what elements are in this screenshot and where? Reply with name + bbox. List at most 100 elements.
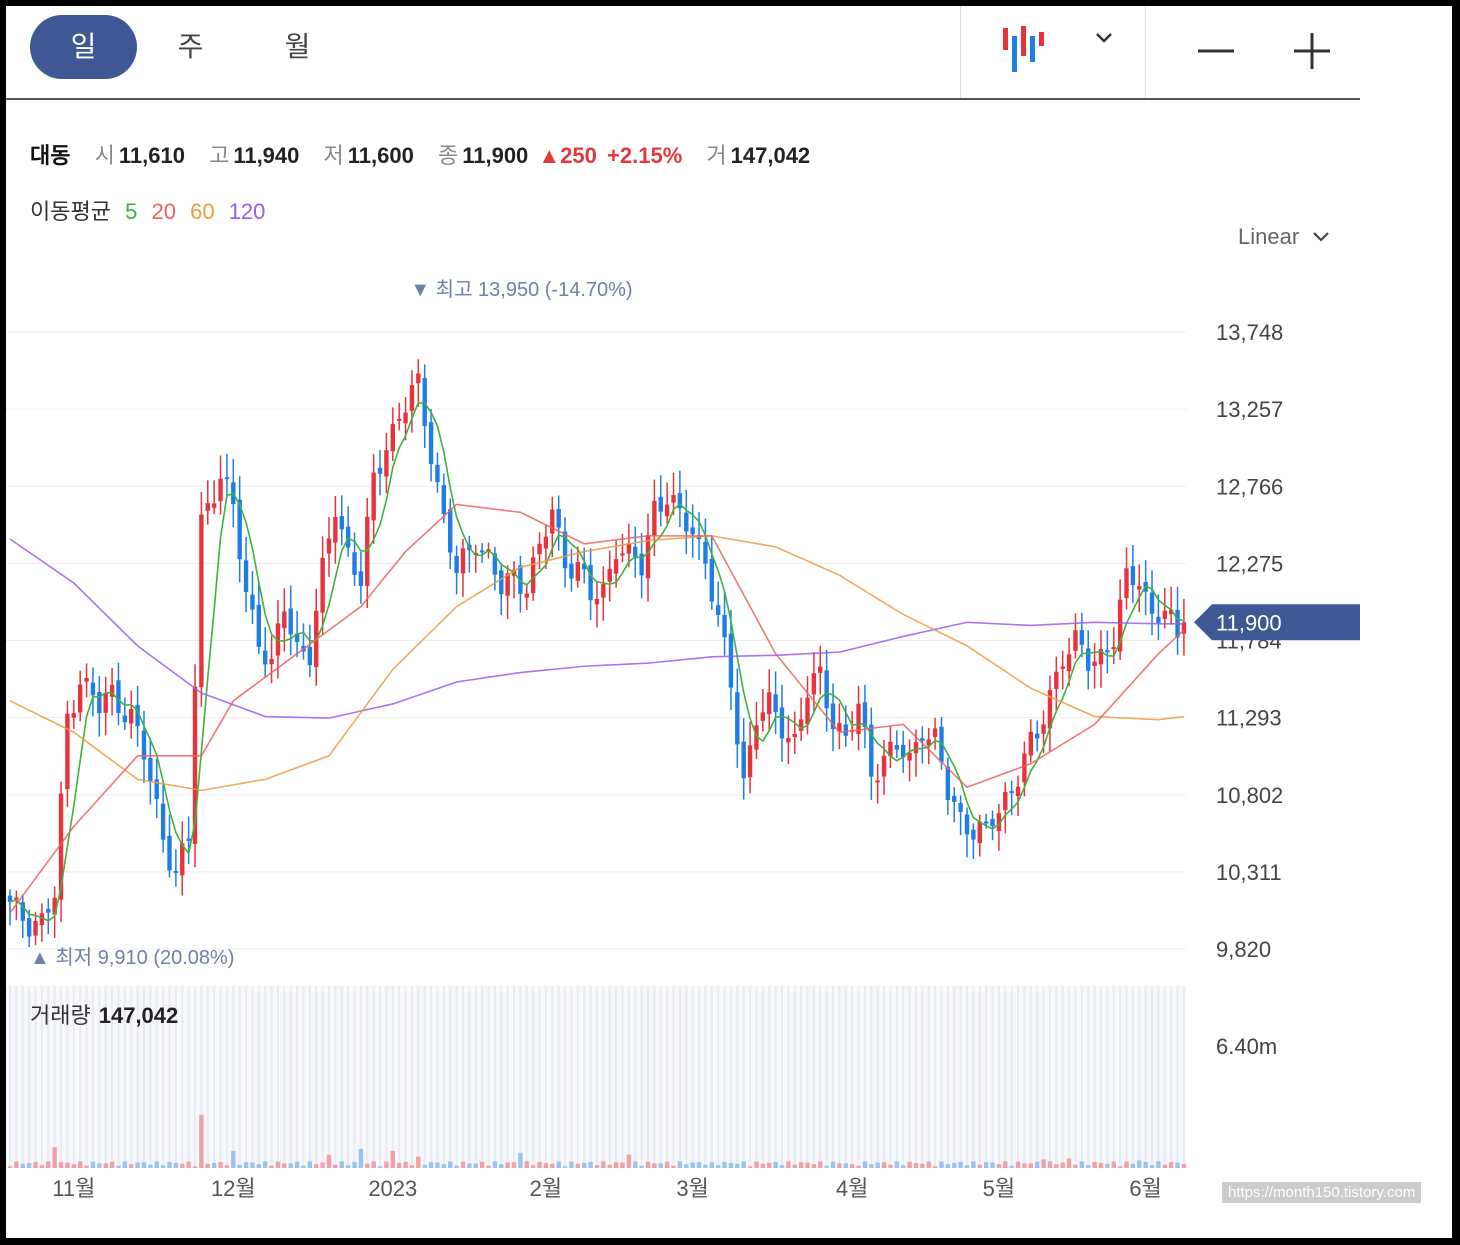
volume-bar <box>84 1165 89 1168</box>
candle-body <box>1086 648 1091 671</box>
volume-bar <box>607 1164 612 1168</box>
candle-body <box>116 680 121 714</box>
volume-bar <box>160 1165 166 1168</box>
candle-body <box>422 378 427 427</box>
candle-body <box>448 509 453 553</box>
candle-body <box>741 741 746 779</box>
candle-body <box>747 745 753 778</box>
volume-bar <box>530 1165 536 1168</box>
volume-bar <box>926 1161 931 1168</box>
volume-bar <box>46 1161 51 1168</box>
candle-body <box>1092 661 1097 667</box>
candle-body <box>792 733 797 738</box>
volume-bar <box>913 1162 919 1168</box>
volume-bar <box>971 1161 976 1168</box>
candle-body <box>71 713 76 718</box>
volume-bar <box>811 1164 817 1168</box>
candle-body <box>390 424 395 452</box>
volume-bar <box>205 1163 210 1168</box>
volume-bar <box>958 1161 963 1168</box>
candle-body <box>594 598 600 605</box>
candle-body <box>626 543 632 554</box>
volume-bar <box>486 1165 491 1168</box>
candle-body <box>199 514 204 688</box>
volume-bar <box>1073 1164 1078 1168</box>
candle-body <box>65 713 70 790</box>
candle-body <box>263 650 268 665</box>
volume-bar <box>333 1164 338 1168</box>
candle-body <box>569 563 574 579</box>
candle-body <box>684 512 689 532</box>
candle-body <box>1066 654 1072 672</box>
volume-bar <box>977 1164 982 1168</box>
candle-body <box>728 633 734 688</box>
candle-body <box>160 803 166 840</box>
volume-bar <box>1175 1162 1180 1168</box>
volume-bar <box>741 1161 746 1168</box>
candle-body <box>396 418 402 421</box>
candle-body <box>620 553 625 556</box>
volume-bar <box>626 1154 632 1168</box>
volume-bar <box>888 1164 893 1168</box>
candle-body <box>84 677 89 682</box>
volume-bar <box>243 1162 249 1168</box>
volume-bar <box>26 1162 32 1168</box>
candle-body <box>537 543 542 555</box>
volume-bar <box>71 1164 76 1168</box>
watermark: https://month150.tistory.com <box>1222 1182 1422 1203</box>
volume-bar <box>875 1162 880 1168</box>
volume-bar <box>920 1163 925 1168</box>
candle-body <box>690 527 695 535</box>
volume-bar <box>728 1162 734 1168</box>
volume-bar <box>945 1164 951 1168</box>
volume-bar <box>511 1162 517 1168</box>
candle-body <box>1130 566 1136 586</box>
volume-bar <box>715 1165 721 1168</box>
volume-bar <box>460 1161 466 1168</box>
volume-bar <box>849 1164 855 1168</box>
candle-body <box>1054 671 1059 690</box>
volume-bar <box>352 1161 357 1168</box>
volume-bar <box>1111 1161 1116 1168</box>
volume-bar <box>735 1163 740 1168</box>
volume-bar <box>467 1163 472 1168</box>
candle-body <box>218 478 223 502</box>
candle-body <box>409 385 415 411</box>
candle-body <box>435 464 440 483</box>
candle-body <box>256 604 262 647</box>
candle-body <box>1124 568 1129 599</box>
volume-bar <box>983 1162 989 1168</box>
price-chart[interactable]: 13,74813,25712,76612,27511,78411,29310,8… <box>6 6 1452 1238</box>
volume-bar <box>237 1164 242 1168</box>
candle-body <box>320 557 325 613</box>
candle-body <box>811 673 817 695</box>
y-tick-label: 12,766 <box>1216 474 1283 499</box>
volume-bar <box>843 1163 848 1168</box>
volume-bar <box>964 1165 970 1168</box>
volume-bar <box>990 1162 995 1168</box>
volume-bar <box>1105 1163 1110 1168</box>
volume-bar <box>1079 1161 1085 1168</box>
volume-bar <box>186 1161 191 1168</box>
volume-bar <box>20 1163 25 1168</box>
volume-bar <box>1086 1165 1091 1168</box>
volume-bar <box>109 1161 115 1168</box>
candle-body <box>90 682 96 696</box>
low-annotation: ▲ 최저 9,910 (20.08%) <box>30 946 234 969</box>
candle-body <box>1003 791 1008 811</box>
candle-body <box>122 715 128 723</box>
candle-body <box>894 745 900 750</box>
volume-bar <box>633 1161 638 1168</box>
volume-bar <box>1034 1161 1040 1168</box>
candle-body <box>371 472 376 521</box>
volume-bar <box>396 1162 402 1168</box>
candle-body <box>977 821 982 844</box>
volume-bar <box>582 1162 587 1168</box>
candle-body <box>384 450 389 477</box>
candle-body <box>1079 630 1085 645</box>
volume-bar <box>792 1164 797 1168</box>
candle-body <box>907 752 912 761</box>
x-tick-label: 12월 <box>211 1176 256 1201</box>
volume-bar <box>77 1161 83 1168</box>
candle-body <box>671 494 676 503</box>
